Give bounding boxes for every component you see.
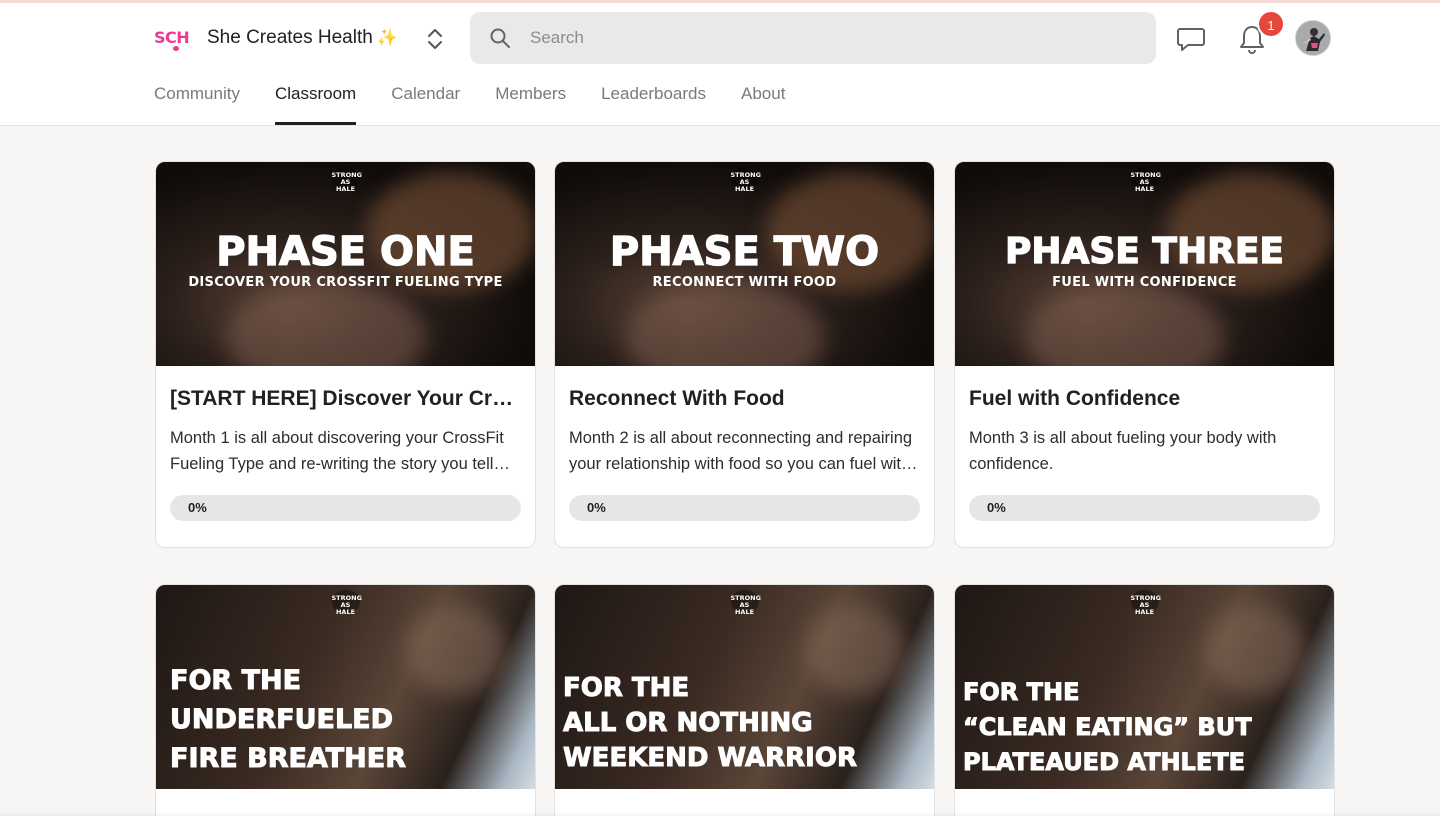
cover-photo-figure: [406, 605, 506, 695]
progress-bar: 0%: [170, 495, 521, 521]
brand-logo: STRONG AS HALE: [331, 167, 362, 193]
cover-title: PHASE THREE: [1004, 231, 1285, 272]
card-body: Reconnect With Food Month 2 is all about…: [555, 366, 934, 521]
logo-text: SCH: [154, 28, 190, 47]
course-cover: STRONG AS HALE PHASE THREE FUEL WITH CON…: [955, 162, 1334, 366]
course-cover: STRONG AS HALE FOR THE ALL OR NOTHING WE…: [555, 585, 934, 789]
search-input[interactable]: [530, 12, 1130, 64]
sparkle-icon: ✨: [376, 28, 398, 47]
progress-bar: 0%: [969, 495, 1320, 521]
course-description: Month 2 is all about reconnecting and re…: [569, 429, 913, 473]
brand-logo: STRONG AS HALE: [331, 590, 362, 616]
cover-title-line: WEEKEND WARRIOR: [563, 743, 858, 774]
group-name[interactable]: She Creates Health ✨: [207, 27, 398, 49]
cover-title-line: “CLEAN EATING” BUT: [963, 713, 1253, 742]
cover-title: FOR THE ALL OR NOTHING WEEKEND WARRIOR: [563, 671, 858, 776]
cover-title-line: FIRE BREATHER: [170, 743, 407, 775]
avatar[interactable]: [1295, 20, 1331, 56]
cover-title: FOR THE UNDERFUELED FIRE BREATHER: [170, 661, 407, 778]
tab-community[interactable]: Community: [154, 81, 240, 125]
logo-dot: [173, 46, 179, 51]
progress-label: 0%: [587, 500, 606, 515]
search-bar[interactable]: [470, 12, 1156, 64]
course-card[interactable]: STRONG AS HALE FOR THE UNDERFUELED FIRE …: [155, 584, 536, 816]
group-name-label: She Creates Health: [207, 27, 373, 48]
cover-subtitle: RECONNECT WITH FOOD: [652, 275, 837, 290]
tab-classroom[interactable]: Classroom: [274, 81, 357, 125]
group-logo[interactable]: SCH: [154, 30, 200, 52]
course-card[interactable]: STRONG AS HALE FOR THE ALL OR NOTHING WE…: [554, 584, 935, 816]
bottom-shadow: [0, 812, 1440, 816]
course-cover: STRONG AS HALE PHASE ONE DISCOVER YOUR C…: [156, 162, 535, 366]
search-icon: [490, 28, 510, 48]
brand-logo: STRONG AS HALE: [730, 590, 761, 616]
progress-label: 0%: [987, 500, 1006, 515]
tab-calendar[interactable]: Calendar: [391, 81, 460, 125]
progress-bar: 0%: [569, 495, 920, 521]
cover-title-line: PLATEAUED ATHLETE: [963, 748, 1246, 777]
cover-title: PHASE ONE: [216, 229, 476, 275]
cover-subtitle: FUEL WITH CONFIDENCE: [1052, 275, 1237, 290]
header: SCH She Creates Health✨ 1 Community: [0, 3, 1440, 126]
notification-count-badge: 1: [1257, 10, 1285, 38]
course-cover: STRONG AS HALE FOR THE “CLEAN EATING” BU…: [955, 585, 1334, 789]
course-title: Reconnect With Food: [569, 387, 785, 410]
card-body: [START HERE] Discover Your CrossFit Fuel…: [156, 366, 535, 521]
course-description: Month 3 is all about fueling your body w…: [969, 429, 1277, 473]
cover-title: FOR THE “CLEAN EATING” BUT PLATEAUED ATH…: [963, 675, 1253, 780]
course-card[interactable]: STRONG AS HALE FOR THE “CLEAN EATING” BU…: [954, 584, 1335, 816]
cover-title-line: ALL OR NOTHING: [563, 708, 814, 739]
cover-subtitle: DISCOVER YOUR CROSSFIT FUELING TYPE: [188, 275, 503, 290]
brand-logo: STRONG AS HALE: [1130, 590, 1161, 616]
course-card[interactable]: STRONG AS HALE PHASE THREE FUEL WITH CON…: [954, 161, 1335, 548]
course-title: Fuel with Confidence: [969, 387, 1181, 410]
tab-about[interactable]: About: [741, 81, 785, 125]
tab-members[interactable]: Members: [495, 81, 566, 125]
cover-title: PHASE TWO: [609, 229, 880, 275]
course-card[interactable]: STRONG AS HALE PHASE TWO RECONNECT WITH …: [554, 161, 935, 548]
cover-title-line: UNDERFUELED: [170, 704, 394, 736]
cover-title-line: FOR THE: [963, 678, 1080, 707]
tab-bar: Community Classroom Calendar Members Lea…: [154, 81, 820, 127]
brand-logo: STRONG AS HALE: [730, 167, 761, 193]
cover-title-line: FOR THE: [563, 673, 690, 704]
brand-logo: STRONG AS HALE: [1130, 167, 1161, 193]
cover-title-line: FOR THE: [170, 665, 302, 697]
progress-label: 0%: [188, 500, 207, 515]
avatar-image: [1296, 21, 1330, 55]
chat-icon[interactable]: [1176, 25, 1206, 53]
card-body: Fuel with Confidence Month 3 is all abou…: [955, 366, 1334, 521]
course-card[interactable]: STRONG AS HALE PHASE ONE DISCOVER YOUR C…: [155, 161, 536, 548]
group-switcher-icon[interactable]: [424, 26, 446, 52]
tab-leaderboards[interactable]: Leaderboards: [601, 81, 706, 125]
course-cover: STRONG AS HALE PHASE TWO RECONNECT WITH …: [555, 162, 934, 366]
course-cover: STRONG AS HALE FOR THE UNDERFUELED FIRE …: [156, 585, 535, 789]
course-title: [START HERE] Discover Your CrossFit Fuel…: [170, 387, 521, 410]
course-description: Month 1 is all about discovering your Cr…: [170, 429, 504, 473]
